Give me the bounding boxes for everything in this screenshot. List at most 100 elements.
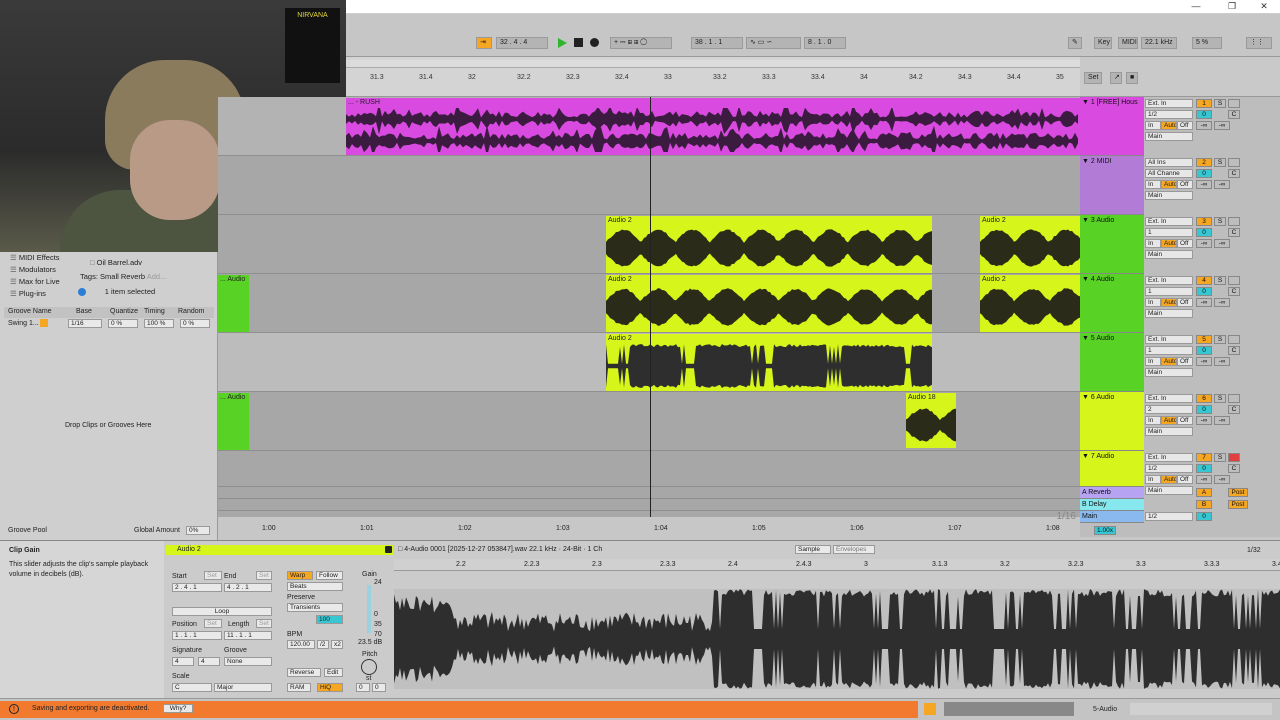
record-icon[interactable] xyxy=(590,38,599,47)
automation-arm-icons[interactable]: + ⎓ ⊞ ⊞ ◯ xyxy=(610,37,672,49)
volume-field[interactable]: 0 xyxy=(1196,287,1212,296)
play-icon[interactable] xyxy=(558,38,567,48)
why-button[interactable]: Why? xyxy=(163,704,193,713)
arm-icon[interactable] xyxy=(1228,158,1240,167)
position-field[interactable]: 1 . 1 . 1 xyxy=(172,631,222,640)
track-activator-button[interactable]: 4 xyxy=(1196,276,1212,285)
track-header[interactable]: ▼ 3 Audio xyxy=(1080,215,1144,274)
track-header[interactable]: ▼ 6 Audio xyxy=(1080,392,1144,451)
return-post-button[interactable]: Post xyxy=(1228,500,1248,509)
monitor-off-button[interactable]: Off xyxy=(1177,357,1193,366)
clip-rush[interactable]: ... - RUSH xyxy=(346,98,1080,155)
browser-item-midi-effects[interactable]: ☰ MIDI Effects xyxy=(10,253,60,262)
warning-triangle-icon[interactable] xyxy=(924,703,936,715)
volume-field[interactable]: 0 xyxy=(1196,464,1212,473)
groove-row[interactable]: Swing 1... 1/16 0 % 100 % 0 % xyxy=(4,319,214,329)
monitor-in-button[interactable]: In xyxy=(1145,357,1161,366)
lock-icon[interactable]: ■ xyxy=(1126,72,1138,84)
solo-button[interactable]: S xyxy=(1214,394,1226,403)
pencil-icon[interactable]: ✎ xyxy=(1068,37,1082,49)
browser-item-modulators[interactable]: ☰ Modulators xyxy=(10,265,56,274)
input-channel-select[interactable]: 1 xyxy=(1145,346,1193,355)
pan-field[interactable]: C xyxy=(1228,346,1240,355)
loop-start-field[interactable]: 38 . 1 . 1 xyxy=(691,37,743,49)
restore-icon[interactable]: ❐ xyxy=(1222,1,1242,12)
position-set-button[interactable]: Set xyxy=(204,619,222,628)
track-header[interactable]: ▼ 1 [FREE] Hous xyxy=(1080,97,1144,156)
tag-add-button[interactable]: Add... xyxy=(147,272,167,281)
solo-button[interactable]: S xyxy=(1214,453,1226,462)
output-select[interactable]: Main xyxy=(1145,191,1193,200)
browser-item-plugins[interactable]: ☰ Plug-ins xyxy=(10,289,46,298)
status-view-icons[interactable] xyxy=(1130,703,1272,715)
clip-audio2-track4[interactable]: Audio 2 xyxy=(606,275,932,332)
monitor-off-button[interactable]: Off xyxy=(1177,416,1193,425)
pitch-knob[interactable] xyxy=(361,659,377,675)
return-post-button[interactable]: Post xyxy=(1228,488,1248,497)
peak-right[interactable]: -∞ xyxy=(1214,298,1230,307)
pitch-cents-field[interactable]: 0 xyxy=(372,683,386,692)
length-field[interactable]: 11 . 1 . 1 xyxy=(224,631,272,640)
track-fold-icon[interactable]: ▼ xyxy=(1082,158,1089,165)
sample-waveform-editor[interactable] xyxy=(394,589,1280,689)
start-set-button[interactable]: Set xyxy=(204,571,222,580)
monitor-auto-button[interactable]: Auto xyxy=(1161,239,1177,248)
peak-right[interactable]: -∞ xyxy=(1214,180,1230,189)
arm-icon[interactable] xyxy=(1228,276,1240,285)
monitor-in-button[interactable]: In xyxy=(1145,298,1161,307)
clip-audio18[interactable]: Audio 18 xyxy=(906,393,956,448)
output-select[interactable]: Main xyxy=(1145,486,1193,495)
clip-audio2-track3-b[interactable]: Audio 2 xyxy=(980,216,1080,273)
song-position-field[interactable]: 32 . 4 . 4 xyxy=(496,37,548,49)
monitor-off-button[interactable]: Off xyxy=(1177,239,1193,248)
input-type-select[interactable]: Ext. In xyxy=(1145,217,1193,226)
groove-base-select[interactable]: 1/16 xyxy=(68,319,102,328)
solo-button[interactable]: S xyxy=(1214,99,1226,108)
pitch-semitones-field[interactable]: 0 xyxy=(356,683,370,692)
arrangement-view[interactable]: ... - RUSH Audio 2 Audio 2 Audio 2 Audio… xyxy=(218,97,1080,532)
input-channel-select[interactable]: All Channe xyxy=(1145,169,1193,178)
groove-timing-field[interactable]: 100 % xyxy=(144,319,174,328)
peak-left[interactable]: -∞ xyxy=(1196,180,1212,189)
monitor-in-button[interactable]: In xyxy=(1145,239,1161,248)
peak-left[interactable]: -∞ xyxy=(1196,475,1212,484)
output-select[interactable]: Main xyxy=(1145,250,1193,259)
clip-audio2-track5[interactable]: Audio 2 xyxy=(606,334,932,391)
return-track-header[interactable]: B Delay xyxy=(1080,499,1144,511)
warp-mode-select[interactable]: Beats xyxy=(287,582,343,591)
scale-mode-select[interactable]: Major xyxy=(214,683,272,692)
solo-button[interactable]: S xyxy=(1214,335,1226,344)
monitor-in-button[interactable]: In xyxy=(1145,475,1161,484)
peak-left[interactable]: -∞ xyxy=(1196,298,1212,307)
monitor-off-button[interactable]: Off xyxy=(1177,180,1193,189)
input-channel-select[interactable]: 1/2 xyxy=(1145,464,1193,473)
overview-strip[interactable] xyxy=(346,60,1080,68)
peak-right[interactable]: -∞ xyxy=(1214,121,1230,130)
arm-icon[interactable] xyxy=(1228,99,1240,108)
end-field[interactable]: 4 . 2 . 1 xyxy=(224,583,272,592)
pan-field[interactable]: C xyxy=(1228,287,1240,296)
track-zoom-field[interactable]: 1.00x xyxy=(1094,526,1116,535)
monitor-auto-button[interactable]: Auto xyxy=(1161,416,1177,425)
output-select[interactable]: Main xyxy=(1145,368,1193,377)
pan-field[interactable]: C xyxy=(1228,228,1240,237)
groove-hot-swap-icon[interactable] xyxy=(40,319,48,327)
track-activator-button[interactable]: 6 xyxy=(1196,394,1212,403)
arm-icon[interactable] xyxy=(1228,394,1240,403)
main-channel-select[interactable]: 1/2 xyxy=(1145,512,1193,521)
input-type-select[interactable]: Ext. In xyxy=(1145,453,1193,462)
double-tempo-button[interactable]: x2 xyxy=(331,640,343,649)
monitor-auto-button[interactable]: Auto xyxy=(1161,475,1177,484)
pan-field[interactable]: C xyxy=(1228,169,1240,178)
monitor-auto-button[interactable]: Auto xyxy=(1161,121,1177,130)
track-header[interactable]: ▼ 7 Audio xyxy=(1080,451,1144,487)
solo-button[interactable]: S xyxy=(1214,276,1226,285)
track-header[interactable]: ▼ 4 Audio xyxy=(1080,274,1144,333)
clip-title-bar[interactable]: Audio 2 xyxy=(166,545,393,555)
follow-button[interactable]: Follow xyxy=(316,571,343,580)
output-select[interactable]: Main xyxy=(1145,132,1193,141)
playhead[interactable] xyxy=(650,97,651,517)
volume-field[interactable]: 0 xyxy=(1196,228,1212,237)
edit-button[interactable]: Edit xyxy=(324,668,343,677)
signature-numerator[interactable]: 4 xyxy=(172,657,194,666)
